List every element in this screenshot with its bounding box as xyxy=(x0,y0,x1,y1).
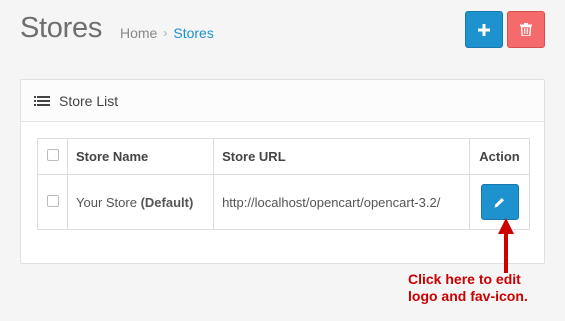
add-store-button[interactable] xyxy=(465,11,503,48)
delete-store-button[interactable] xyxy=(507,11,545,48)
table-row: Your Store (Default) http://localhost/op… xyxy=(37,174,530,230)
breadcrumb-separator-icon: › xyxy=(163,26,168,40)
store-name: Your Store xyxy=(76,194,137,210)
annotation-text: Click here to edit logo and fav-icon. xyxy=(408,271,558,305)
panel-title: Store List xyxy=(59,92,119,109)
trash-icon xyxy=(520,23,532,36)
annotation-arrow-icon xyxy=(498,218,514,273)
plus-icon xyxy=(478,23,490,36)
select-all-checkbox[interactable] xyxy=(46,149,59,161)
row-checkbox[interactable] xyxy=(46,194,59,207)
annotation-line-2: logo and fav-icon. xyxy=(408,288,528,304)
pencil-icon xyxy=(494,197,504,207)
breadcrumb-home[interactable]: Home xyxy=(120,25,157,41)
page-title: Stores xyxy=(20,12,103,44)
column-header-store-name[interactable]: Store Name xyxy=(66,138,215,175)
table-header-row: Store Name Store URL Action xyxy=(37,138,530,175)
panel-heading: Store List xyxy=(21,80,544,122)
select-all-cell xyxy=(37,138,68,175)
store-list-panel: Store List Store Name Store URL Action Y… xyxy=(20,79,545,264)
list-icon xyxy=(34,95,50,106)
default-label: (Default) xyxy=(140,194,194,210)
store-name-cell: Your Store (Default) xyxy=(66,174,215,230)
store-url-cell: http://localhost/opencart/opencart-3.2/ xyxy=(213,174,470,230)
column-header-action: Action xyxy=(469,138,530,175)
breadcrumb: Home › Stores xyxy=(120,25,214,41)
annotation-line-1: Click here to edit xyxy=(408,271,521,287)
row-select-cell xyxy=(37,174,68,230)
edit-store-button[interactable] xyxy=(480,184,519,220)
breadcrumb-stores[interactable]: Stores xyxy=(173,25,213,41)
column-header-store-url[interactable]: Store URL xyxy=(213,138,470,175)
store-table: Store Name Store URL Action Your Store (… xyxy=(37,138,530,230)
